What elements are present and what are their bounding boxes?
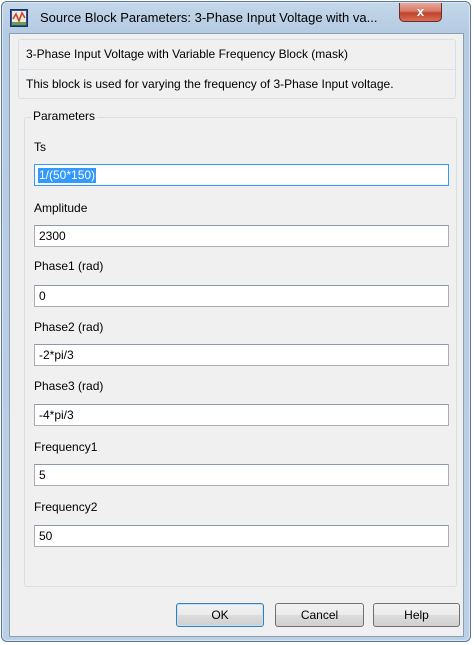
ts-field[interactable]: 1/(50*150) — [34, 164, 449, 186]
phase1-field[interactable] — [34, 285, 449, 307]
close-icon[interactable]: x — [417, 4, 424, 19]
description-group: 3-Phase Input Voltage with Variable Freq… — [18, 39, 456, 99]
dialog-window: Source Block Parameters: 3-Phase Input V… — [1, 1, 471, 642]
close-button[interactable]: x — [399, 3, 442, 22]
phase3-label: Phase3 (rad) — [34, 379, 104, 393]
parameters-group-label: Parameters — [31, 109, 98, 123]
frequency2-field[interactable] — [34, 525, 449, 547]
dialog-body: 3-Phase Input Voltage with Variable Freq… — [9, 33, 464, 637]
mask-title: 3-Phase Input Voltage with Variable Freq… — [26, 47, 348, 61]
help-button[interactable]: Help — [373, 603, 460, 627]
amplitude-field[interactable] — [34, 225, 449, 247]
ts-selected-text[interactable]: 1/(50*150) — [38, 168, 97, 183]
phase1-label: Phase1 (rad) — [34, 259, 104, 273]
cancel-button[interactable]: Cancel — [275, 603, 364, 627]
description-divider — [19, 69, 455, 70]
phase2-field[interactable] — [34, 344, 449, 366]
phase2-label: Phase2 (rad) — [34, 320, 104, 334]
window-title: Source Block Parameters: 3-Phase Input V… — [40, 10, 378, 25]
amplitude-label: Amplitude — [34, 201, 88, 215]
frequency1-label: Frequency1 — [34, 440, 98, 454]
ts-label: Ts — [34, 140, 46, 154]
phase3-field[interactable] — [34, 404, 449, 426]
simulink-block-icon — [10, 9, 28, 27]
frequency2-label: Frequency2 — [34, 500, 98, 514]
mask-description: This block is used for varying the frequ… — [26, 77, 394, 91]
ok-button[interactable]: OK — [176, 603, 264, 627]
title-bar[interactable]: Source Block Parameters: 3-Phase Input V… — [2, 2, 470, 32]
frequency1-field[interactable] — [34, 464, 449, 486]
